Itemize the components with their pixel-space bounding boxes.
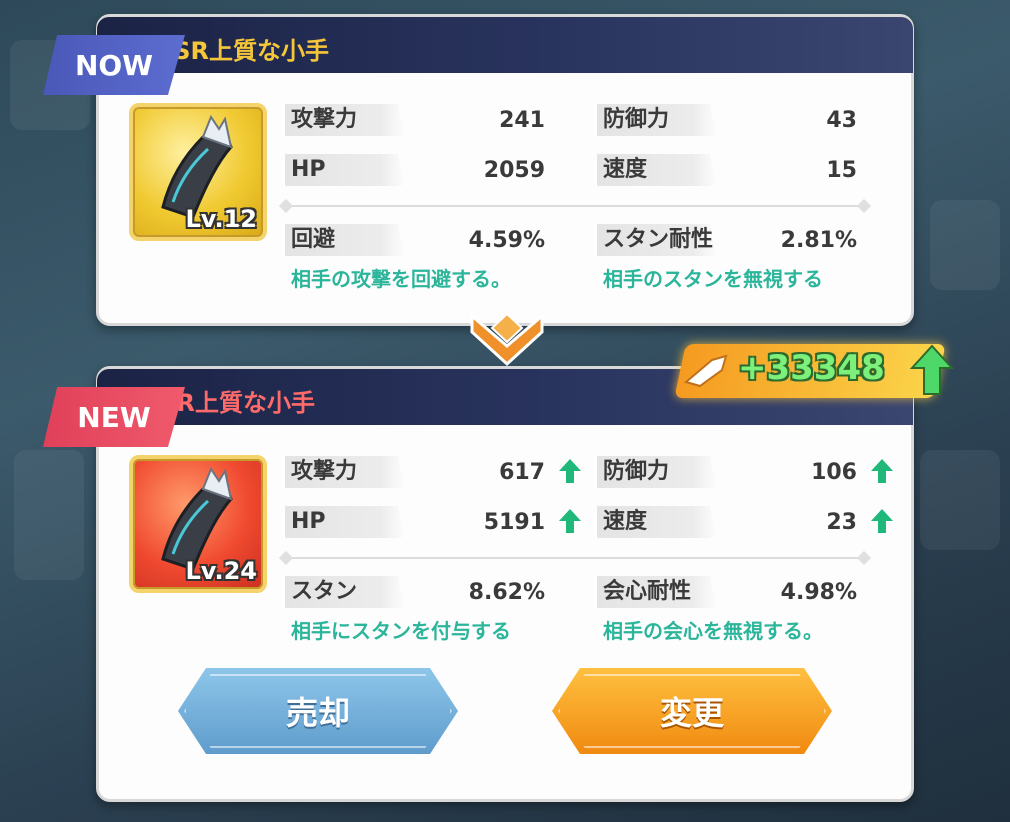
stat-value: 43 xyxy=(826,107,857,133)
stat-value: 8.62% xyxy=(468,579,545,605)
power-change-value: +33348 xyxy=(738,348,885,388)
stat-value: 4.59% xyxy=(468,227,545,253)
stat-value: 15 xyxy=(826,157,857,183)
current-stat-spd: 速度 15 xyxy=(597,153,857,187)
current-substat-2-desc: 相手のスタンを無視する xyxy=(603,267,823,291)
new-substat-2: 会心耐性 4.98% xyxy=(597,575,857,609)
stat-value: 2.81% xyxy=(780,227,857,253)
stat-label: 防御力 xyxy=(597,104,717,136)
button-border xyxy=(184,674,452,748)
current-stat-hp: HP 2059 xyxy=(285,153,545,187)
stat-divider xyxy=(285,205,865,207)
background-panel xyxy=(930,200,1000,290)
stat-value: 4.98% xyxy=(780,579,857,605)
stat-divider xyxy=(285,557,865,559)
new-substat-1-desc: 相手にスタンを付与する xyxy=(291,619,511,643)
new-item-level: Lv.24 xyxy=(185,557,258,585)
stat-up-arrow-icon xyxy=(559,459,581,483)
stat-label: HP xyxy=(285,506,405,538)
stat-label: スタン耐性 xyxy=(597,224,717,256)
stat-up-arrow-icon xyxy=(559,509,581,533)
stat-label: 速度 xyxy=(597,506,717,538)
button-border xyxy=(558,674,826,748)
new-stat-atk: 攻撃力 617 xyxy=(285,455,545,489)
combat-power-change: +33348 xyxy=(652,330,972,410)
stat-label: 防御力 xyxy=(597,456,717,488)
stat-label: 回避 xyxy=(285,224,405,256)
stat-label: 会心耐性 xyxy=(597,576,717,608)
current-item-level: Lv.12 xyxy=(185,205,258,233)
current-equipment-header: SSR上質な小手 xyxy=(97,17,913,73)
current-item-icon[interactable]: Lv.12 xyxy=(129,103,267,241)
stat-value: 2059 xyxy=(483,157,545,183)
change-button[interactable]: 変更 xyxy=(552,668,832,754)
current-substat-2: スタン耐性 2.81% xyxy=(597,223,857,257)
new-item-icon[interactable]: Lv.24 xyxy=(129,455,267,593)
stat-value: 5191 xyxy=(483,509,545,535)
new-substat-2-desc: 相手の会心を無視する。 xyxy=(603,619,823,643)
new-tag: NEW xyxy=(43,387,185,447)
stat-up-arrow-icon xyxy=(871,459,893,483)
current-equipment-panel: SSR上質な小手 NOW Lv.12 攻撃力 241 防御力 43 HP 205… xyxy=(43,14,914,326)
current-stat-atk: 攻撃力 241 xyxy=(285,103,545,137)
current-substat-1-desc: 相手の攻撃を回避する。 xyxy=(291,267,511,291)
stat-up-arrow-icon xyxy=(871,509,893,533)
stat-value: 23 xyxy=(826,509,857,535)
new-substat-1: スタン 8.62% xyxy=(285,575,545,609)
new-stat-spd: 速度 23 xyxy=(597,505,857,539)
sword-icon xyxy=(683,354,728,388)
sell-button[interactable]: 売却 xyxy=(178,668,458,754)
stat-value: 617 xyxy=(499,459,545,485)
now-tag: NOW xyxy=(43,35,185,95)
stat-label: 攻撃力 xyxy=(285,104,405,136)
new-stat-hp: HP 5191 xyxy=(285,505,545,539)
stat-label: 攻撃力 xyxy=(285,456,405,488)
stat-label: 速度 xyxy=(597,154,717,186)
background-panel xyxy=(14,450,84,580)
power-up-arrow-icon xyxy=(910,344,954,395)
stat-label: HP xyxy=(285,154,405,186)
stat-label: スタン xyxy=(285,576,405,608)
current-stat-def: 防御力 43 xyxy=(597,103,857,137)
current-substat-1: 回避 4.59% xyxy=(285,223,545,257)
stat-value: 241 xyxy=(499,107,545,133)
background-panel xyxy=(920,450,1000,550)
stat-value: 106 xyxy=(811,459,857,485)
new-stat-def: 防御力 106 xyxy=(597,455,857,489)
